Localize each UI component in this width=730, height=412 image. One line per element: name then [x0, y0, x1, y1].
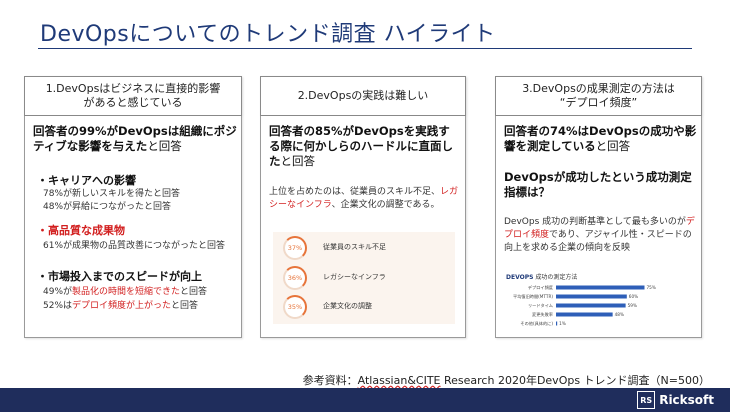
hurdle-label: 従業員のスキル不足 [323, 243, 386, 251]
bullet-speed: ・市場投入までのスピードが向上 [37, 270, 202, 283]
bullet-quality: ・高品質な成果物 [37, 224, 125, 237]
brand-name: Ricksoft [659, 393, 714, 407]
chart-bar [556, 303, 626, 308]
footer-bar: RS Ricksoft [0, 388, 730, 412]
hurdle-percent-ring: 37% [283, 236, 307, 260]
hurdle-item: 35% 企業文化の調整 [283, 295, 443, 319]
hurdle-item: 36% レガシーなインフラ [283, 266, 443, 290]
brand-logo: RS Ricksoft [637, 391, 714, 409]
hurdle-label: レガシーなインフラ [323, 273, 386, 281]
success-metrics-chart: DEVOPS 成功の測定方法 デプロイ頻度 75% 平均復旧時間(MTTR) 60% リ… [506, 272, 694, 332]
column-2-lead: 回答者の85%がDevOpsを実践する際に何かしらのハードルに直面したと回答 [269, 124, 453, 168]
column-measurement: 3.DevOpsの成果測定の方法は “デプロイ頻度” 回答者の74%はDevOp… [495, 76, 702, 338]
page-title: DevOpsについてのトレンド調査 ハイライト [40, 22, 496, 47]
bullet-quality-line-1: 61%が成果物の品質改善につながったと回答 [43, 241, 226, 251]
column-business-impact: 1.DevOpsはビジネスに直接的影響 があると感じている 回答者の99%がDe… [24, 76, 242, 338]
chart-category-label: デプロイ頻度 [528, 284, 554, 291]
bullet-career-line-1: 78%が新しいスキルを得たと回答 [43, 189, 181, 199]
chart-bar [556, 321, 558, 326]
column-2-description: 上位を占めたのは、従業員のスキル不足、レガシーなインフラ、企業文化の調整である。 [269, 187, 459, 210]
chart-value-label: 1% [559, 321, 566, 326]
column-3-body: 回答者の74%はDevOpsの成功や影響を測定していると回答 DevOpsが成功… [495, 116, 702, 338]
hurdles-card: 37% 従業員のスキル不足 36% レガシーなインフラ 35% 企業文化の調整 [273, 232, 455, 324]
hurdle-percent-ring: 36% [283, 266, 307, 290]
chart-value-label: 60% [629, 294, 638, 299]
bullet-career-line-2: 48%が昇給につながったと回答 [43, 202, 172, 212]
column-practice-difficulty: 2.DevOpsの実践は難しい 回答者の85%がDevOpsを実践する際に何かし… [260, 76, 466, 338]
chart-value-label: 75% [647, 285, 656, 290]
title-divider [38, 48, 692, 49]
column-2-heading: 2.DevOpsの実践は難しい [260, 76, 466, 116]
chart-bar [556, 294, 627, 299]
chart-bar [556, 285, 645, 290]
bullet-speed-line-1: 49%が製品化の時間を短縮できたと回答 [43, 287, 208, 297]
chart-value-label: 59% [628, 303, 637, 308]
chart-category-label: リードタイム [528, 302, 553, 309]
column-1-heading: 1.DevOpsはビジネスに直接的影響 があると感じている [24, 76, 242, 116]
column-3-description: DevOps 成功の判断基準として最も多いのがデプロイ頻度であり、アジャイル性・… [504, 217, 695, 253]
column-1-lead: 回答者の99%がDevOpsは組織にポジティブな影響を与えたと回答 [33, 124, 237, 153]
chart-value-label: 48% [615, 312, 624, 317]
column-3-question: DevOpsが成功したという成功測定指標は？ [504, 170, 692, 199]
reference-citation: 参考資料：Atlassian&CITE Research 2020年DevOps… [302, 374, 710, 387]
bullet-career: ・キャリアへの影響 [37, 174, 136, 187]
chart-category-label: その他(具体的に) [520, 320, 553, 327]
ricksoft-logo-icon: RS [637, 391, 656, 409]
chart-svg: デプロイ頻度 75% 平均復旧時間(MTTR) 60% リードタイム 59% 変更失敗率 48… [513, 284, 656, 327]
column-3-lead: 回答者の74%はDevOpsの成功や影響を測定していると回答 [504, 124, 697, 153]
chart-title: DEVOPS 成功の測定方法 [506, 274, 578, 281]
hurdle-item: 37% 従業員のスキル不足 [283, 236, 443, 260]
chart-category-label: 変更失敗率 [532, 311, 553, 318]
column-2-body: 回答者の85%がDevOpsを実践する際に何かしらのハードルに直面したと回答 上… [260, 116, 466, 338]
bullet-speed-line-2: 52%はデプロイ頻度が上がったと回答 [43, 301, 199, 311]
chart-bar [556, 312, 613, 317]
column-1-body: 回答者の99%がDevOpsは組織にポジティブな影響を与えたと回答 ・キャリアへ… [24, 116, 242, 338]
column-3-heading: 3.DevOpsの成果測定の方法は “デプロイ頻度” [495, 76, 702, 116]
hurdle-label: 企業文化の調整 [323, 302, 372, 310]
hurdle-percent-ring: 35% [283, 295, 307, 319]
chart-category-label: 平均復旧時間(MTTR) [513, 293, 553, 300]
